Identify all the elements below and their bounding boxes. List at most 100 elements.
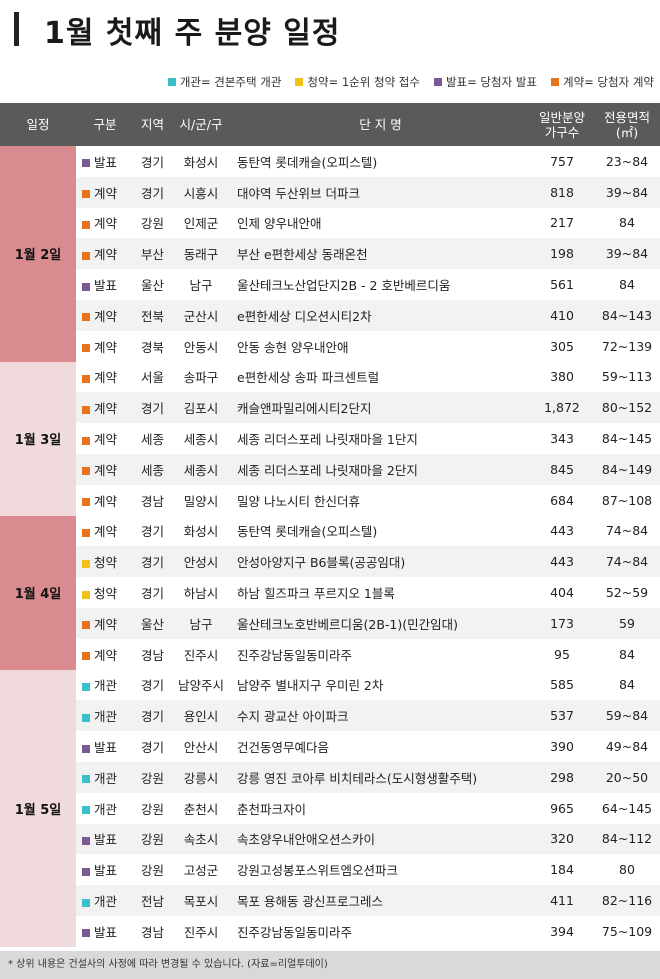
region-cell: 전남 — [134, 885, 171, 916]
region-cell: 서울 — [140, 370, 164, 386]
header-complex-name: 단 지 명 — [231, 103, 530, 146]
type-cell: 발표 — [76, 916, 134, 947]
table-row: 계약 경남 밀양시 밀양 나노시티 한신더휴 684 87~108 — [0, 485, 660, 516]
type-label: 계약 — [94, 216, 118, 232]
complex-name-cell: 하남 힐즈파크 푸르지오 1블록 — [237, 586, 395, 602]
type-label: 발표 — [94, 863, 118, 879]
legend-label: 개관= 견본주택 개관 — [179, 75, 282, 89]
area-cell: 84 — [619, 215, 635, 231]
header-row: 일정 구분 지역 시/군/구 단 지 명 일반분양 가구수 전용면적 (㎡) — [0, 103, 660, 146]
area-cell: 84 — [619, 677, 635, 693]
table-row: 발표 울산 남구 울산테크노산업단지2B - 2 호반베르디움 561 84 — [0, 269, 660, 300]
table-row: 계약 부산 동래구 부산 e편한세상 동래온천 198 39~84 — [0, 238, 660, 270]
type-label: 발표 — [94, 154, 118, 170]
complex-name-cell: 대야역 두산위브 더파크 — [231, 176, 530, 208]
complex-name-cell: e편한세상 디오션시티2차 — [231, 299, 530, 331]
city-cell: 세종시 — [171, 453, 231, 485]
header-city: 시/군/구 — [171, 103, 231, 146]
type-label: 계약 — [94, 462, 118, 478]
units-cell: 343 — [550, 431, 574, 447]
type-cell: 개관 — [76, 793, 134, 824]
region-cell: 경북 — [140, 339, 164, 355]
page-title: 1월 첫째 주 분양 일정 — [44, 16, 341, 51]
table-row: 1월 5일 개관 경기 남양주시 남양주 별내지구 우미린 2차 585 84 — [0, 669, 660, 947]
legend-color-swatch — [433, 78, 442, 86]
legend: 개관= 견본주택 개관 청약= 1순위 청약 접수 발표= 당첨자 발표 계약= 당첨… — [0, 72, 660, 92]
area-cell: 64~145 — [601, 800, 653, 816]
type-color-swatch — [82, 159, 90, 168]
complex-name-cell: 춘천파크자이 — [237, 801, 307, 817]
type-color-swatch — [82, 251, 90, 260]
area-cell: 49~84 — [605, 739, 649, 755]
area-cell: 20~50 — [594, 761, 660, 793]
type-color-swatch — [82, 498, 90, 507]
type-cell: 발표 — [76, 823, 134, 855]
region-cell: 경남 — [140, 493, 164, 509]
city-cell: 춘천시 — [183, 801, 219, 817]
type-color-swatch — [82, 467, 90, 476]
type-cell: 발표 — [76, 854, 134, 885]
type-color-swatch — [82, 374, 90, 383]
city-cell: 김포시 — [171, 392, 231, 424]
area-cell: 59~113 — [601, 369, 653, 385]
type-color-swatch — [82, 621, 90, 630]
region-cell: 경남 — [140, 924, 164, 940]
type-cell: 발표 — [76, 731, 134, 762]
complex-name-cell: 속초양우내안애오션스카이 — [231, 823, 530, 855]
area-cell: 72~139 — [601, 338, 653, 354]
area-cell: 84~143 — [594, 299, 660, 331]
area-cell: 39~84 — [594, 238, 660, 270]
city-cell: 남구 — [189, 278, 213, 294]
type-cell: 계약 — [76, 362, 134, 393]
table-row: 계약 경기 시흥시 대야역 두산위브 더파크 818 39~84 — [0, 176, 660, 208]
complex-name-cell: 목포 용해동 광신프로그레스 — [231, 885, 530, 916]
area-cell: 82~116 — [594, 885, 660, 916]
units-cell: 390 — [550, 739, 574, 755]
table-row: 개관 전남 목포시 목포 용해동 광신프로그레스 411 82~116 — [0, 885, 660, 916]
type-color-swatch — [82, 590, 90, 599]
type-color-swatch — [82, 682, 90, 691]
units-cell: 394 — [550, 923, 574, 939]
city-cell: 안산시 — [183, 740, 219, 756]
type-label: 계약 — [94, 401, 118, 417]
area-cell: 84~145 — [601, 431, 653, 447]
city-cell: 안성시 — [171, 546, 231, 578]
type-label: 계약 — [94, 370, 118, 386]
complex-name-cell: 동탄역 롯데캐슬(오피스텔) — [237, 524, 378, 540]
type-label: 청약 — [94, 586, 118, 602]
type-color-swatch — [82, 559, 90, 568]
table-row: 계약 세종 세종시 세종 리더스포레 나릿재마을 2단지 845 84~149 — [0, 453, 660, 485]
complex-name-cell: 안성아양지구 B6블록(공공임대) — [231, 546, 530, 578]
region-cell: 강원 — [134, 823, 171, 855]
type-cell: 개관 — [76, 761, 134, 793]
type-label: 개관 — [94, 801, 118, 817]
complex-name-cell: 캐슬앤파밀리에시티2단지 — [231, 392, 530, 424]
area-cell: 39~84 — [594, 176, 660, 208]
table-row: 발표 경기 안산시 건건동영무예다음 390 49~84 — [0, 731, 660, 762]
type-label: 계약 — [94, 524, 118, 540]
table-row: 발표 강원 속초시 속초양우내안애오션스카이 320 84~112 — [0, 823, 660, 855]
region-cell: 경기 — [134, 700, 171, 732]
type-color-swatch — [82, 713, 90, 722]
region-cell: 강원 — [140, 801, 164, 817]
units-cell: 95 — [554, 646, 570, 662]
legend-item: 계약= 당첨자 계약 — [550, 72, 654, 92]
header-area-line2: (㎡) — [615, 124, 639, 140]
city-cell: 진주시 — [183, 647, 219, 663]
area-cell: 80~152 — [594, 392, 660, 424]
header-area: 전용면적 (㎡) — [594, 103, 660, 146]
header-units-line2: 가구수 — [544, 124, 580, 140]
table-row: 개관 경기 용인시 수지 광교산 아이파크 537 59~84 — [0, 700, 660, 732]
type-cell: 계약 — [76, 208, 134, 239]
type-cell: 개관 — [76, 670, 134, 701]
units-cell: 404 — [550, 585, 574, 601]
region-cell: 경남 — [140, 647, 164, 663]
type-color-swatch — [82, 898, 90, 907]
city-cell: 화성시 — [183, 154, 219, 170]
city-cell: 시흥시 — [171, 176, 231, 208]
type-label: 계약 — [94, 432, 118, 448]
area-cell: 59~84 — [594, 700, 660, 732]
city-cell: 안동시 — [183, 339, 219, 355]
area-cell: 84~149 — [594, 453, 660, 485]
type-label: 계약 — [94, 185, 118, 201]
